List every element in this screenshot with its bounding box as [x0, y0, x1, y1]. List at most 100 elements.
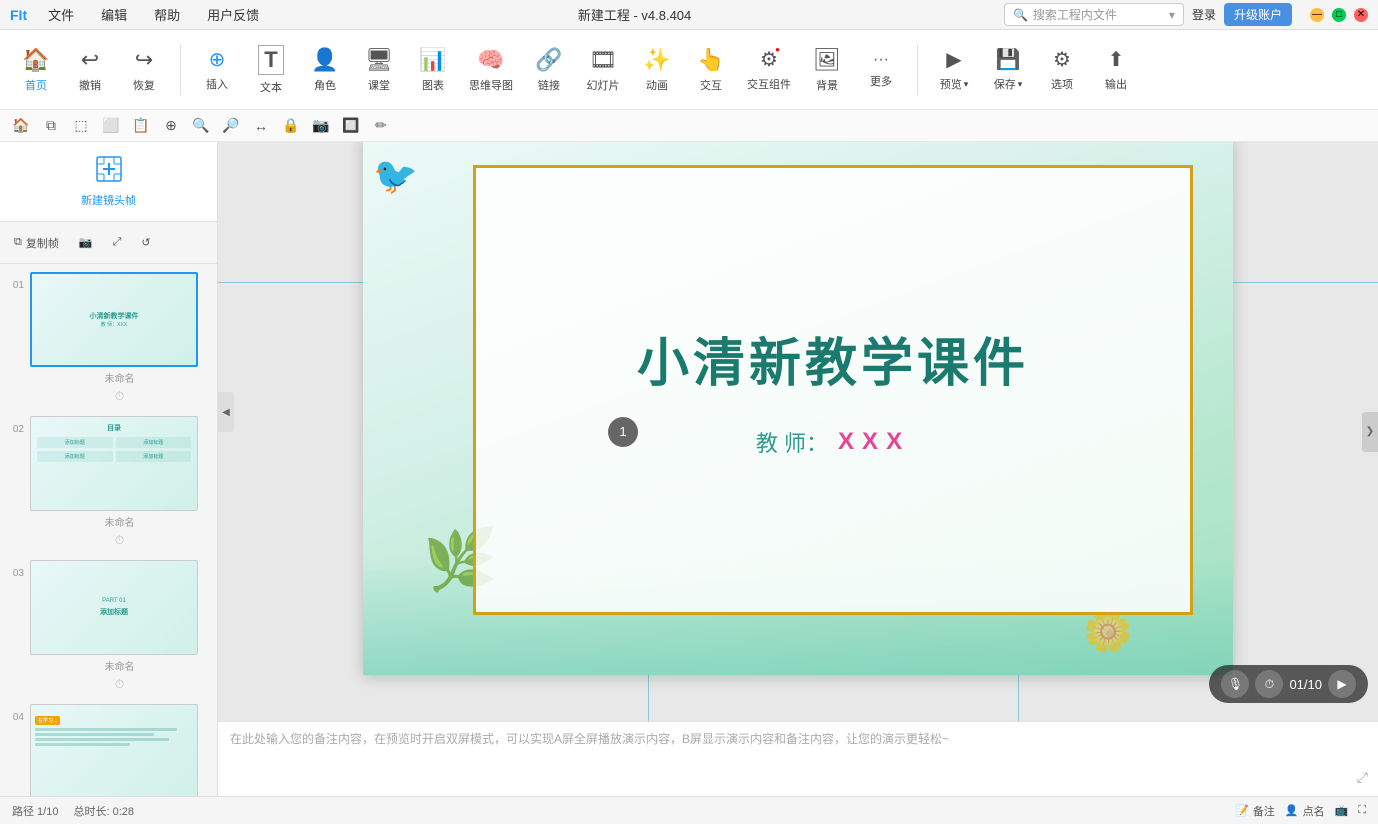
slide-canvas[interactable]: 🐦 🌿 🌼 小清新教学课件 教 师： XXX [363, 142, 1233, 675]
sub-lock-btn[interactable]: 🔒 [278, 113, 304, 139]
toolbar-options[interactable]: ⚙ 选项 [1036, 42, 1088, 97]
toolbar-chart[interactable]: 📊 图表 [407, 42, 459, 98]
toolbar-link[interactable]: 🔗 链接 [523, 42, 575, 98]
toolbar-home-label: 首页 [25, 77, 47, 93]
timer-button[interactable]: ⏱ [1255, 670, 1283, 698]
canvas-scroll[interactable]: 🐦 🌿 🌼 小清新教学课件 教 师： XXX [218, 142, 1378, 721]
animation-icon: ✨ [643, 47, 670, 73]
panel-collapse-button[interactable]: ◀ [218, 392, 234, 432]
slide-number-badge: 1 [608, 417, 638, 447]
toolbar-interact-group[interactable]: ⚙● 交互组件 [739, 42, 799, 97]
toolbar-classroom-label: 课堂 [368, 77, 390, 93]
sub-home-btn[interactable]: 🏠 [8, 113, 34, 139]
toolbar-insert-label: 插入 [206, 76, 228, 92]
sub-grid-btn[interactable]: 🔲 [338, 113, 364, 139]
toolbar-background-label: 背景 [816, 77, 838, 93]
menu-file[interactable]: 文件 [42, 3, 80, 26]
sub-paste-btn[interactable]: ⬚ [68, 113, 94, 139]
preview-icon: ▶ [946, 47, 961, 72]
maximize-button[interactable]: □ [1332, 8, 1346, 22]
options-icon: ⚙ [1053, 47, 1071, 72]
sub-clipboard-btn[interactable]: 📋 [128, 113, 154, 139]
toolbar-animation[interactable]: ✨ 动画 [631, 42, 683, 98]
search-box[interactable]: 🔍 搜索工程内文件 ▾ [1004, 3, 1184, 26]
slide-thumb-wrap-4: 在学习... 未命名 [30, 704, 209, 796]
slide-thumb-3[interactable]: PART 01 添加标题 [30, 560, 198, 655]
toolbar-mindmap[interactable]: 🧠 思维导图 [461, 42, 521, 98]
rotate-icon: ↺ [141, 236, 150, 249]
sub-screenshot-btn[interactable]: 📷 [308, 113, 334, 139]
toolbar-classroom[interactable]: 🖥 课堂 [353, 42, 405, 98]
toolbar-slide[interactable]: 🎞 幻灯片 [577, 42, 629, 98]
toolbar-chart-label: 图表 [422, 77, 444, 93]
toolbar-interact[interactable]: 👆 交互 [685, 42, 737, 98]
toolbar-home[interactable]: 🏠 首页 [10, 42, 62, 98]
fullscreen-btn[interactable]: ⤢ [107, 233, 128, 252]
close-button[interactable]: ✕ [1354, 8, 1368, 22]
fullscreen-bottom-btn[interactable]: ⛶ [1358, 804, 1366, 817]
toolbar-undo[interactable]: ↩ 撤销 [64, 42, 116, 98]
sub-add-btn[interactable]: ⊕ [158, 113, 184, 139]
slide-num-1: 01 [8, 280, 24, 291]
sub-copy-btn[interactable]: ⧉ [38, 113, 64, 139]
sub-zoom-in-btn[interactable]: 🔍 [188, 113, 214, 139]
sub-fit-btn[interactable]: ↔ [248, 113, 274, 139]
toolbar-save[interactable]: 💾 保存▾ [982, 42, 1034, 97]
sub-edit-btn[interactable]: ✏ [368, 113, 394, 139]
title-bar-left: FIt 文件 编辑 帮助 用户反馈 [10, 3, 265, 26]
copy-frame-label: 复制帧 [26, 235, 59, 251]
notes-bottom-label: 备注 [1253, 803, 1275, 819]
sub-frame-btn[interactable]: ⬜ [98, 113, 124, 139]
toolbar-mindmap-label: 思维导图 [469, 77, 513, 93]
toolbar-redo[interactable]: ↪ 恢复 [118, 42, 170, 98]
slide-time-icon-3: ⏱ [30, 677, 209, 692]
slide-thumb-3-part: PART 01 [102, 598, 126, 604]
toolbar-insert[interactable]: ⊕ 插入 [191, 42, 243, 97]
toolbar-divider-2 [917, 45, 918, 95]
points-btn[interactable]: 👤 点名 [1285, 803, 1325, 819]
slide-panel-toolbar: ⧉ 复制帧 📷 ⤢ ↺ [0, 222, 217, 264]
copy-frame-btn[interactable]: ⧉ 复制帧 [8, 232, 65, 254]
record-button[interactable]: 🎙 [1221, 670, 1249, 698]
toolbar-animation-label: 动画 [646, 77, 668, 93]
next-slide-button[interactable]: ▶ [1328, 670, 1356, 698]
toolbar-text-label: 文本 [260, 79, 282, 95]
menu-feedback[interactable]: 用户反馈 [201, 3, 265, 26]
notes-expand-button[interactable]: ⤢ [1357, 769, 1368, 786]
screenshot-btn[interactable]: 📷 [73, 233, 99, 252]
toolbar-background[interactable]: 🖼 背景 [801, 42, 853, 98]
slide-thumb-1-bg: 小清新教学课件 教 师：XXX [32, 274, 196, 365]
slide-thumb-4-lines [35, 728, 193, 746]
notes-bottom-btn[interactable]: 📝 备注 [1235, 803, 1275, 819]
new-frame-button[interactable]: 新建镜头帧 [0, 142, 217, 222]
slide-center-box: 小清新教学课件 教 师： XXX [473, 165, 1193, 615]
slide-thumb-4[interactable]: 在学习... [30, 704, 198, 796]
slide-time-icon-2: ⏱ [30, 533, 209, 548]
toolbar-role[interactable]: 👤 角色 [299, 42, 351, 98]
slide-label-1: 未命名 [30, 370, 209, 385]
upgrade-button[interactable]: 升级账户 [1224, 3, 1292, 26]
slide-thumb-2[interactable]: 目录 添加标题 添加标题 添加标题 添加标题 [30, 416, 198, 511]
slide-thumb-1[interactable]: 小清新教学课件 教 师：XXX [30, 272, 198, 367]
slide-thumb-4-badge: 在学习... [35, 716, 60, 725]
toolbar-more[interactable]: ··· 更多 [855, 46, 907, 94]
rotate-btn[interactable]: ↺ [135, 233, 156, 252]
minimize-button[interactable]: — [1310, 8, 1324, 22]
toolbar-preview[interactable]: ▶ 预览▾ [928, 42, 980, 97]
points-label: 点名 [1303, 803, 1325, 819]
sub-zoom-out-btn[interactable]: 🔎 [218, 113, 244, 139]
login-button[interactable]: 登录 [1192, 6, 1216, 23]
toolbar-export[interactable]: ⬆ 输出 [1090, 42, 1142, 97]
slide-thumb-wrap-1: 小清新教学课件 教 师：XXX 未命名 ⏱ [30, 272, 209, 404]
right-panel-toggle[interactable]: ❯ [1362, 412, 1378, 452]
menu-help[interactable]: 帮助 [148, 3, 186, 26]
screen-cast-btn[interactable]: 📺 [1335, 804, 1349, 817]
toolbar-text[interactable]: T 文本 [245, 40, 297, 100]
menu-edit[interactable]: 编辑 [95, 3, 133, 26]
slide-num-2: 02 [8, 424, 24, 435]
bottom-bar: 路径 1/10 总时长: 0:28 📝 备注 👤 点名 📺 ⛶ [0, 796, 1378, 824]
screen-cast-icon: 📺 [1335, 804, 1349, 817]
interact-group-icon: ⚙● [760, 47, 778, 72]
search-placeholder: 搜索工程内文件 [1033, 6, 1117, 23]
slide-thumb-1-sub: 教 师：XXX [101, 321, 127, 328]
